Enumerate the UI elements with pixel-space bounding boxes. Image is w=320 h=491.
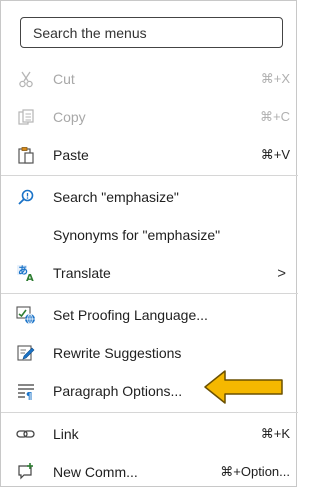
menu-item-cut[interactable]: Cut ⌘+X	[1, 60, 298, 98]
menu-item-synonyms[interactable]: Synonyms for "emphasize"	[1, 216, 298, 254]
shortcut-text: ⌘+Option...	[220, 464, 290, 479]
shortcut-text: ⌘+C	[260, 109, 290, 124]
menu-item-label: Paragraph Options...	[53, 383, 183, 399]
separator	[1, 175, 298, 176]
menu-item-label: Set Proofing Language...	[53, 307, 208, 323]
search-menus-input[interactable]	[20, 17, 283, 48]
menu-item-label: Paste	[53, 147, 89, 163]
menu-item-paste[interactable]: Paste ⌘+V	[1, 136, 298, 174]
menu-item-translate[interactable]: あ A Translate >	[1, 254, 298, 292]
menu-item-copy[interactable]: Copy ⌘+C	[1, 98, 298, 136]
translate-icon: あ A	[16, 263, 36, 283]
shortcut-text: ⌘+X	[260, 71, 290, 86]
menu-item-set-proofing-language[interactable]: Set Proofing Language...	[1, 296, 298, 334]
rewrite-pen-icon	[16, 343, 36, 363]
menu-item-new-comment[interactable]: New Comm... ⌘+Option...	[1, 453, 298, 491]
chevron-right-icon: >	[277, 264, 286, 282]
menu-item-label: Cut	[53, 71, 75, 87]
copy-icon	[16, 107, 36, 127]
search-icon	[16, 187, 36, 207]
link-icon	[16, 424, 36, 444]
annotation-arrow-icon	[204, 370, 283, 404]
language-globe-icon	[16, 305, 36, 325]
menu-item-label: New Comm...	[53, 464, 138, 480]
svg-text:A: A	[26, 273, 34, 283]
menu-item-rewrite-suggestions[interactable]: Rewrite Suggestions	[1, 334, 298, 372]
separator	[1, 412, 298, 413]
paragraph-icon: ¶	[16, 381, 36, 401]
shortcut-text: ⌘+K	[260, 426, 290, 441]
menu-item-label: Copy	[53, 109, 86, 125]
menu-item-label: Translate	[53, 265, 111, 281]
context-menu: Cut ⌘+X Copy ⌘+C Paste ⌘+V	[0, 0, 298, 487]
separator	[1, 293, 298, 294]
menu-item-label: Search "emphasize"	[53, 189, 179, 205]
svg-text:¶: ¶	[26, 391, 32, 400]
new-comment-icon	[16, 462, 36, 482]
menu-item-search-emphasize[interactable]: Search "emphasize"	[1, 178, 298, 216]
menu-item-label: Synonyms for "emphasize"	[53, 227, 221, 243]
shortcut-text: ⌘+V	[260, 147, 290, 162]
menu-item-link[interactable]: Link ⌘+K	[1, 415, 298, 453]
menu-item-label: Link	[53, 426, 79, 442]
scissors-icon	[16, 69, 36, 89]
menu-item-label: Rewrite Suggestions	[53, 345, 182, 361]
clipboard-icon	[16, 145, 36, 165]
